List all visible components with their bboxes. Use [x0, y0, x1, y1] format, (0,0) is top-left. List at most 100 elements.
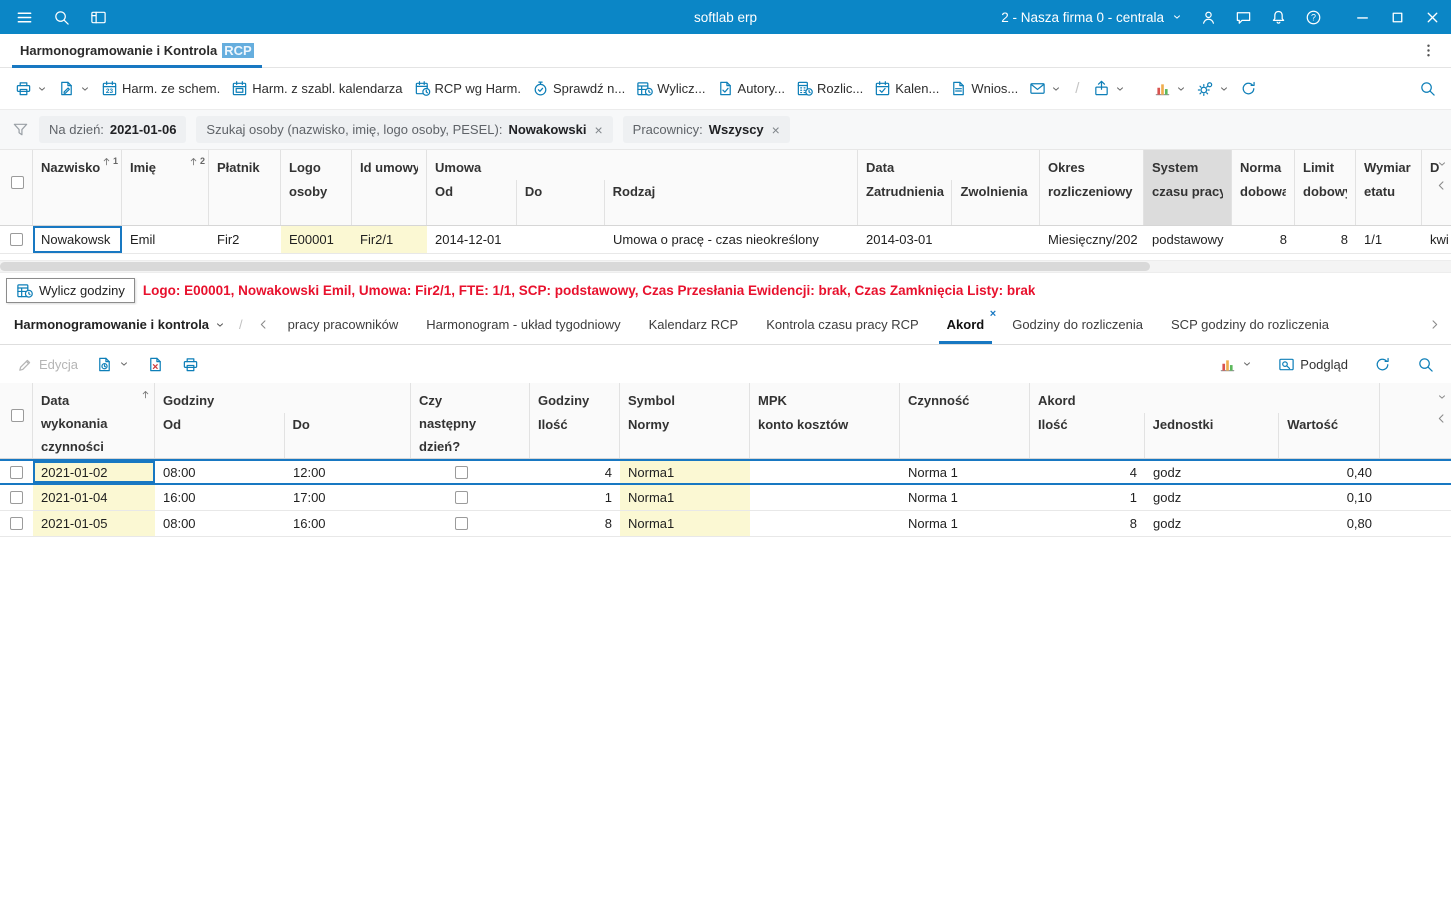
column-header-norma[interactable]: Norma dobowa	[1232, 150, 1295, 225]
column-header-ilosc_godzin[interactable]: Godziny Ilość	[530, 383, 620, 458]
cell-ilosc_godzin[interactable]: 8	[530, 511, 620, 536]
cell-imie[interactable]: Emil	[122, 226, 209, 253]
cell-akord_ilosc[interactable]: 1	[1030, 485, 1145, 510]
harm-ze-schem-button[interactable]: 23 Harm. ze schem.	[96, 76, 225, 101]
harm-z-szabl-kalendarza-button[interactable]: Harm. z szabl. kalendarza	[226, 76, 407, 101]
view-tab-2[interactable]: Kalendarz RCP	[635, 305, 753, 344]
column-header-zatrudnienia[interactable]: Zatrudnienia	[858, 180, 953, 225]
view-tab-0[interactable]: pracy pracowników	[274, 305, 413, 344]
cell-zwolnienia[interactable]	[953, 226, 1040, 253]
print-button[interactable]	[175, 352, 212, 377]
grid2-row-0[interactable]: 2021-01-02 08:00 12:00 4 Norma1 Norma 1 4 godz 0…	[0, 459, 1451, 485]
view-tab-4[interactable]: Akord ×	[933, 305, 999, 344]
cell-mpk[interactable]	[750, 511, 900, 536]
row-checkbox[interactable]	[10, 465, 23, 479]
cell-data_wykonania[interactable]: 2021-01-04	[33, 485, 155, 510]
column-header-id_umowy[interactable]: Id umowy	[352, 150, 427, 225]
refresh-button[interactable]	[1235, 76, 1262, 101]
cell-od[interactable]: 08:00	[155, 511, 285, 536]
remove-filter-icon[interactable]: ×	[594, 122, 602, 138]
view-tab-5[interactable]: Godziny do rozliczenia	[998, 305, 1157, 344]
cell-jednostki[interactable]: godz	[1145, 511, 1280, 536]
search-button[interactable]	[1414, 76, 1441, 101]
view-tab-1[interactable]: Harmonogram - układ tygodniowy	[412, 305, 634, 344]
cell-filler[interactable]	[1380, 461, 1451, 483]
export-button[interactable]	[53, 76, 95, 101]
remove-filter-icon[interactable]: ×	[772, 122, 780, 138]
view-tab-3[interactable]: Kontrola czasu pracy RCP	[752, 305, 932, 344]
company-selector[interactable]: 2 - Nasza firma 0 - centrala	[1001, 10, 1182, 25]
chart-button[interactable]	[1149, 76, 1191, 101]
column-header-wartosc[interactable]: Wartość	[1279, 413, 1379, 458]
column-header-logo_osoby[interactable]: Logo osoby	[281, 150, 352, 225]
cell-limit[interactable]: 8	[1295, 226, 1356, 253]
modules-icon[interactable]	[90, 9, 107, 26]
column-header-od[interactable]: Od	[155, 413, 285, 458]
column-header-scp[interactable]: System czasu pracy	[1144, 150, 1232, 225]
cell-logo_osoby[interactable]: E00001	[281, 226, 352, 253]
cell-id_umowy[interactable]: Fir2/1	[352, 226, 427, 253]
cell-czynnosc[interactable]: Norma 1	[900, 511, 1030, 536]
row-checkbox[interactable]	[10, 233, 23, 246]
column-header-platnik[interactable]: Płatnik	[209, 150, 281, 225]
cell-od[interactable]: 16:00	[155, 485, 285, 510]
row-checkbox[interactable]	[10, 491, 23, 504]
rozlicz-button[interactable]: Rozlic...	[791, 76, 868, 101]
czy_nastepny-checkbox[interactable]	[455, 491, 468, 504]
column-header-nazwisko[interactable]: Nazwisko 1	[33, 150, 122, 225]
column-header-umowa_od[interactable]: Od	[427, 180, 517, 225]
cell-okres[interactable]: Miesięczny/202	[1040, 226, 1144, 253]
cell-umowa_rodzaj[interactable]: Umowa o pracę - czas nieokreślony	[605, 226, 858, 253]
scroll-left-icon[interactable]	[1435, 179, 1448, 195]
column-menu-icon[interactable]	[1437, 390, 1447, 405]
preview-button[interactable]: Podgląd	[1271, 352, 1355, 377]
wnioski-button[interactable]: Wnios...	[945, 76, 1023, 101]
edit-button[interactable]: Edycja	[10, 352, 85, 377]
cell-umowa_od[interactable]: 2014-12-01	[427, 226, 517, 253]
cell-symbol_normy[interactable]: Norma1	[620, 511, 750, 536]
tabs-scroll-left-icon[interactable]	[253, 305, 274, 344]
view-tab-6[interactable]: SCP godziny do rozliczenia	[1157, 305, 1343, 344]
module-selector[interactable]: Harmonogramowanie i kontrola	[10, 305, 229, 344]
column-header-symbol_normy[interactable]: Symbol Normy	[620, 383, 750, 458]
column-header-okres[interactable]: Okres rozliczeniowy	[1040, 150, 1144, 225]
column-header-do[interactable]: Do	[285, 413, 411, 458]
menu-icon[interactable]	[16, 9, 33, 26]
settings-button[interactable]	[1192, 76, 1234, 101]
cell-data_wykonania[interactable]: 2021-01-05	[33, 511, 155, 536]
cell-wartosc[interactable]: 0,10	[1280, 485, 1380, 510]
cell-od[interactable]: 08:00	[155, 461, 285, 483]
chart-button[interactable]	[1212, 352, 1259, 377]
cell-norma[interactable]: 8	[1232, 226, 1295, 253]
tab-harmonogramowanie-i-kontrola-rcp[interactable]: Harmonogramowanie i Kontrola RCP	[12, 34, 262, 68]
filter-chip-0[interactable]: Na dzień: 2021-01-06	[39, 116, 187, 143]
cell-do[interactable]: 12:00	[285, 461, 411, 483]
column-header-umowa_rodzaj[interactable]: Rodzaj	[605, 180, 857, 225]
tabs-scroll-right-icon[interactable]	[1428, 305, 1441, 344]
column-header-umowa_do[interactable]: Do	[517, 180, 605, 225]
wylicz-button[interactable]: Wylicz...	[631, 76, 710, 101]
kalendarz-button[interactable]: Kalen...	[869, 76, 944, 101]
select-all-checkbox[interactable]	[11, 176, 24, 189]
global-search-icon[interactable]	[53, 9, 70, 26]
share-button[interactable]	[1088, 76, 1130, 101]
rcp-wg-harm-button[interactable]: RCP wg Harm.	[409, 76, 526, 101]
autoryzuj-button[interactable]: Autory...	[712, 76, 790, 101]
notifications-icon[interactable]	[1270, 9, 1287, 26]
cell-nazwisko[interactable]: Nowakowsk	[33, 226, 122, 253]
cell-jednostki[interactable]: godz	[1145, 461, 1280, 483]
cell-ilosc_godzin[interactable]: 4	[530, 461, 620, 483]
grid2-row-1[interactable]: 2021-01-04 16:00 17:00 1 Norma1 Norma 1 1 godz 0…	[0, 485, 1451, 511]
send-button[interactable]	[1024, 76, 1066, 101]
cell-filler[interactable]	[1380, 485, 1451, 510]
column-header-imie[interactable]: Imię 2	[122, 150, 209, 225]
cell-data_wykonania[interactable]: 2021-01-02	[33, 461, 155, 483]
close-tab-icon[interactable]: ×	[990, 309, 996, 320]
copy-with-options-button[interactable]	[89, 352, 136, 377]
cell-umowa_do[interactable]	[517, 226, 605, 253]
cell-jednostki[interactable]: godz	[1145, 485, 1280, 510]
cell-mpk[interactable]	[750, 485, 900, 510]
more-options-icon[interactable]	[1406, 34, 1451, 67]
select-all-checkbox[interactable]	[11, 409, 24, 422]
column-menu-icon[interactable]	[1437, 157, 1447, 172]
